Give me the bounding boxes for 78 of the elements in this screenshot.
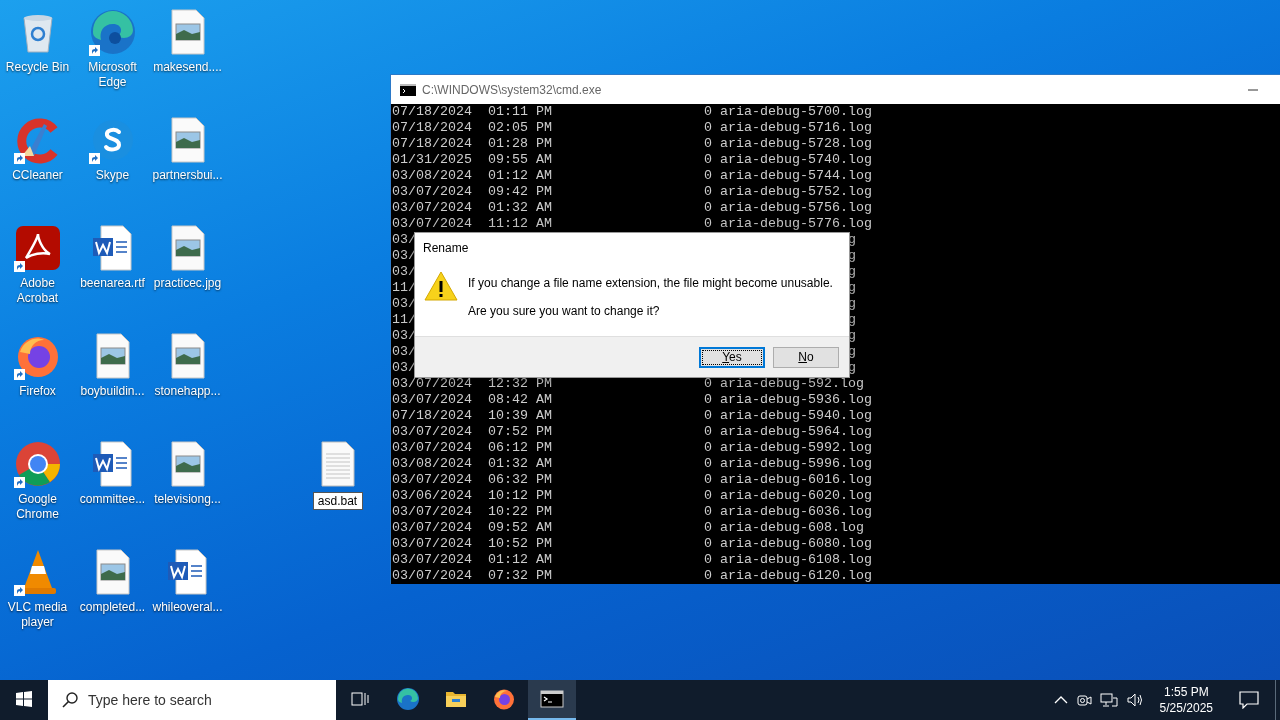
desktop-icon-label[interactable]: Google Chrome bbox=[0, 492, 75, 522]
desktop-icon-label[interactable]: completed... bbox=[79, 600, 146, 615]
desktop-icon-label[interactable]: makesend.... bbox=[153, 60, 222, 75]
desktop-icon-label[interactable]: beenarea.rtf bbox=[80, 276, 145, 291]
clock-date[interactable]: 5/25/2025 bbox=[1159, 700, 1213, 716]
desktop-icon-label[interactable]: stonehapp... bbox=[154, 384, 221, 399]
desktop-icon-label[interactable]: whileoveral... bbox=[152, 600, 223, 615]
chrome-icon bbox=[13, 440, 62, 488]
console-line: 07/18/2024 10:39 AM 0 aria-debug-5940.log bbox=[392, 408, 873, 424]
shortcut-arrow-icon bbox=[13, 369, 25, 380]
console-line: 03/08/2024 01:12 AM 0 aria-debug-5744.log bbox=[392, 168, 873, 184]
shortcut-arrow-icon bbox=[88, 153, 100, 164]
console-line: 03/08/2024 01:32 AM 0 aria-debug-5996.log bbox=[392, 456, 873, 472]
desktop-icon-label[interactable]: boybuildin... bbox=[80, 384, 145, 399]
windows-logo-icon bbox=[16, 691, 32, 707]
dialog-button[interactable]: No bbox=[773, 346, 839, 368]
desktop-icon-label[interactable]: Skype bbox=[95, 168, 130, 183]
console-line: 03/07/2024 12:32 PM 0 aria-debug-592.log bbox=[392, 376, 865, 392]
dialog-message: If you change a file name extension, the file might become unusable. bbox=[468, 276, 833, 290]
console-line-fragment: 03/ bbox=[392, 232, 416, 248]
rename-field[interactable]: asd.bat bbox=[312, 492, 363, 510]
desktop-icon-label[interactable]: televisiong... bbox=[154, 492, 221, 507]
dialog-button[interactable]: Yes bbox=[699, 346, 765, 368]
notification-icon[interactable] bbox=[1239, 691, 1259, 709]
desktop-icon-label[interactable]: Adobe Acrobat bbox=[0, 276, 75, 306]
console-line: 03/07/2024 09:52 AM 0 aria-debug-608.log bbox=[392, 520, 865, 536]
console-line: 03/06/2024 10:12 PM 0 aria-debug-6020.log bbox=[392, 488, 873, 504]
console-line: 03/07/2024 06:32 PM 0 aria-debug-6016.log bbox=[392, 472, 873, 488]
camera-icon[interactable] bbox=[1075, 692, 1092, 708]
console-line-fragment: 03/ bbox=[392, 328, 416, 344]
chevron-up-icon[interactable] bbox=[1053, 695, 1068, 705]
console-line: 03/07/2024 07:32 PM 0 aria-debug-6120.log bbox=[392, 568, 873, 584]
desktop-icon-label[interactable]: Microsoft Edge bbox=[75, 60, 150, 90]
console-line-fragment: 03/ bbox=[392, 360, 416, 376]
dialog-title: Rename bbox=[422, 240, 470, 257]
volume-icon[interactable] bbox=[1125, 692, 1144, 708]
console-line: 03/07/2024 06:12 PM 0 aria-debug-5992.log bbox=[392, 440, 873, 456]
shortcut-arrow-icon bbox=[13, 477, 25, 488]
dialog-question: Are you sure you want to change it? bbox=[468, 304, 661, 318]
console-line: 03/07/2024 10:22 PM 0 aria-debug-6036.log bbox=[392, 504, 873, 520]
warning-icon bbox=[424, 271, 458, 301]
terminal-icon bbox=[400, 83, 416, 96]
search-field[interactable]: Type here to search bbox=[48, 680, 336, 720]
desktop-icon-label[interactable]: CCleaner bbox=[12, 168, 63, 183]
console-line-fragment: 11/ bbox=[392, 280, 416, 296]
task-view-icon bbox=[351, 691, 369, 707]
desktop-icon-label[interactable]: partnersbui... bbox=[152, 168, 223, 183]
console-line: 07/18/2024 02:05 PM 0 aria-debug-5716.log bbox=[392, 120, 873, 136]
shortcut-arrow-icon bbox=[13, 585, 25, 596]
console-line-fragment: 03/ bbox=[392, 296, 416, 312]
shortcut-arrow-icon bbox=[13, 261, 25, 272]
console-line: 01/31/2025 09:55 AM 0 aria-debug-5740.log bbox=[392, 152, 873, 168]
shortcut-arrow-icon bbox=[88, 45, 100, 56]
console-line-fragment: 03/ bbox=[392, 264, 416, 280]
console-line: 03/07/2024 08:42 AM 0 aria-debug-5936.log bbox=[392, 392, 873, 408]
pdf-app-icon bbox=[13, 224, 62, 272]
desktop-icon-label[interactable]: Firefox bbox=[19, 384, 56, 399]
console-line: 03/07/2024 10:52 PM 0 aria-debug-6080.log bbox=[392, 536, 873, 552]
desktop-icon-label[interactable]: committee... bbox=[79, 492, 146, 507]
network-icon[interactable] bbox=[1099, 692, 1118, 708]
edge-icon bbox=[88, 8, 137, 56]
terminal-icon[interactable] bbox=[528, 680, 576, 720]
console-line: 07/18/2024 01:11 PM 0 aria-debug-5700.log bbox=[392, 104, 873, 120]
console-line: 03/07/2024 01:12 AM 0 aria-debug-6108.log bbox=[392, 552, 873, 568]
console-line: 07/18/2024 01:28 PM 0 aria-debug-5728.log bbox=[392, 136, 873, 152]
desktop-icon-label[interactable]: Recycle Bin bbox=[5, 60, 70, 75]
console-line-fragment: 03/ bbox=[392, 248, 416, 264]
window-title: C:\WINDOWS\system32\cmd.exe bbox=[422, 82, 603, 97]
desktop-icon-label[interactable]: VLC media player bbox=[0, 600, 75, 630]
console-line: 03/07/2024 07:52 PM 0 aria-debug-5964.log bbox=[392, 424, 873, 440]
console-line: 03/07/2024 11:12 AM 0 aria-debug-5776.log bbox=[392, 216, 873, 232]
console-line-fragment: 03/ bbox=[392, 344, 416, 360]
console-line: 03/07/2024 09:42 PM 0 aria-debug-5752.log bbox=[392, 184, 873, 200]
shortcut-arrow-icon bbox=[13, 153, 25, 164]
desktop-icon-label[interactable]: practicec.jpg bbox=[153, 276, 222, 291]
console-line-fragment: 11/ bbox=[392, 312, 416, 328]
console-line: 03/07/2024 01:32 AM 0 aria-debug-5756.log bbox=[392, 200, 873, 216]
clock-time[interactable]: 1:55 PM bbox=[1163, 684, 1209, 700]
